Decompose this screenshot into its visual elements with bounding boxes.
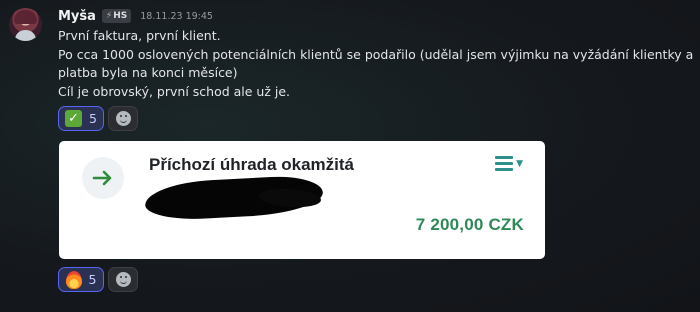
message-line: platba byla na konci měsíce) — [58, 65, 238, 80]
message-line: Cíl je obrovský, první schod ale už je. — [58, 83, 291, 99]
bank-notification-card[interactable]: Příchozí úhrada okamžitá ▼ 7 200,00 CZK — [59, 141, 545, 259]
arrow-right-icon — [82, 157, 124, 199]
reaction-count: 5 — [88, 272, 97, 287]
avatar[interactable] — [9, 8, 42, 41]
avatar-hair — [14, 10, 37, 24]
avatar-body — [15, 30, 36, 41]
server-tag[interactable]: ⚡ HS — [101, 9, 132, 23]
message-line: Po cca 1000 oslovených potenciálních kli… — [58, 46, 694, 62]
add-reaction-button[interactable] — [108, 106, 138, 131]
reaction-check[interactable]: ✓ 5 — [58, 106, 104, 131]
lightning-icon: ⚡ — [105, 11, 113, 21]
menu-icon — [495, 156, 514, 171]
message-header: Myša ⚡ HS 18.11.23 19:45 — [58, 8, 213, 24]
reactions-bar: 5 — [58, 267, 138, 292]
smile-icon — [115, 272, 131, 287]
payment-title: Příchozí úhrada okamžitá — [149, 155, 354, 174]
chat-view: Myša ⚡ HS 18.11.23 19:45 První faktura, … — [0, 0, 700, 312]
reactions-bar: ✓ 5 — [58, 106, 138, 131]
reaction-count: 5 — [89, 111, 97, 126]
menu-button[interactable]: ▼ — [495, 156, 523, 171]
payment-amount: 7 200,00 CZK — [415, 215, 524, 234]
check-mark-emoji: ✓ — [65, 110, 83, 127]
reaction-fire[interactable]: 5 — [58, 267, 104, 292]
server-tag-label: HS — [113, 11, 128, 21]
timestamp: 18.11.23 19:45 — [140, 10, 213, 22]
add-reaction-button[interactable] — [108, 267, 138, 292]
message-line: První faktura, první klient. — [58, 28, 221, 43]
username[interactable]: Myša — [58, 9, 96, 24]
chevron-down-icon: ▼ — [516, 159, 523, 169]
fire-emoji — [65, 270, 82, 289]
message-body: První faktura, první klient. Po cca 1000… — [58, 27, 694, 101]
smile-icon — [115, 111, 131, 126]
